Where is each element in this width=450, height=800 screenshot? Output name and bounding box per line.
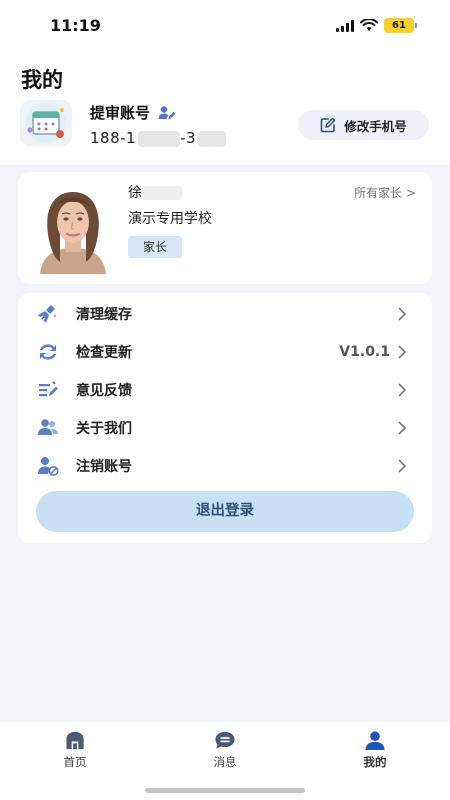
phone-mask-tail	[198, 130, 227, 147]
phone-mask	[138, 130, 181, 147]
user-edit-icon[interactable]	[158, 105, 176, 121]
signal-icon	[336, 19, 354, 32]
account-avatar[interactable]	[20, 100, 72, 146]
account-name-label: 提审账号	[90, 104, 151, 122]
tab-messages[interactable]: 消息	[185, 730, 265, 770]
menu-label: 意见反馈	[76, 383, 132, 399]
profile-card[interactable]: 徐 演示专用学校 家长 所有家长 >	[18, 172, 432, 284]
menu-item-feedback[interactable]: 意见反馈	[18, 371, 432, 409]
settings-menu: 清理缓存 检查更新 V1.0.1 意见反馈 关于我们 注销账号 退出登录	[18, 293, 432, 543]
tab-mine[interactable]: 我的	[335, 730, 415, 770]
deactivate-user-icon	[36, 454, 60, 478]
about-users-icon	[36, 416, 60, 440]
profile-name: 徐	[128, 182, 182, 202]
menu-item-deactivate-account[interactable]: 注销账号	[18, 447, 432, 485]
profile-name-initial: 徐	[128, 185, 142, 201]
version-value: V1.0.1	[339, 344, 390, 360]
menu-label: 清理缓存	[76, 307, 132, 323]
tab-label: 消息	[213, 755, 237, 769]
profile-photo	[30, 182, 116, 274]
wifi-icon	[360, 19, 378, 31]
user-icon	[365, 731, 385, 751]
broom-icon	[36, 302, 60, 326]
chevron-right-icon	[398, 307, 407, 321]
account-name: 提审账号	[90, 102, 176, 123]
edit-phone-button[interactable]: 修改手机号	[298, 110, 429, 140]
edit-icon	[320, 117, 336, 133]
status-icons: 61	[336, 18, 417, 33]
chevron-right-icon	[398, 383, 407, 397]
status-time: 11:19	[50, 16, 101, 35]
chevron-right-icon	[398, 345, 407, 359]
profile-school: 演示专用学校	[128, 211, 212, 227]
menu-item-about-us[interactable]: 关于我们	[18, 409, 432, 447]
phone-suffix: -3	[180, 129, 197, 147]
message-icon	[215, 731, 235, 749]
all-parents-link[interactable]: 所有家长 >	[354, 184, 416, 201]
refresh-icon	[36, 340, 60, 364]
chevron-right-icon	[398, 459, 407, 473]
page-title: 我的	[21, 68, 63, 92]
menu-item-clear-cache[interactable]: 清理缓存	[18, 295, 432, 333]
edit-phone-label: 修改手机号	[344, 118, 407, 134]
chevron-right-icon	[398, 421, 407, 435]
feedback-icon	[36, 378, 60, 402]
logout-button[interactable]: 退出登录	[36, 491, 414, 532]
calendar-logo-icon	[26, 103, 66, 143]
menu-label: 关于我们	[76, 421, 132, 437]
account-phone: 188-1 -3	[90, 129, 227, 147]
tab-home[interactable]: 首页	[35, 730, 115, 770]
role-badge: 家长	[128, 236, 182, 258]
battery-icon: 61	[384, 18, 417, 33]
phone-prefix: 188-1	[90, 129, 137, 147]
home-icon	[66, 731, 84, 750]
menu-label: 注销账号	[76, 459, 132, 475]
tab-label: 首页	[63, 755, 87, 769]
menu-item-check-update[interactable]: 检查更新 V1.0.1	[18, 333, 432, 371]
name-mask	[142, 186, 182, 200]
menu-label: 检查更新	[76, 345, 132, 361]
tab-label: 我的	[363, 755, 387, 769]
home-indicator	[145, 788, 305, 793]
